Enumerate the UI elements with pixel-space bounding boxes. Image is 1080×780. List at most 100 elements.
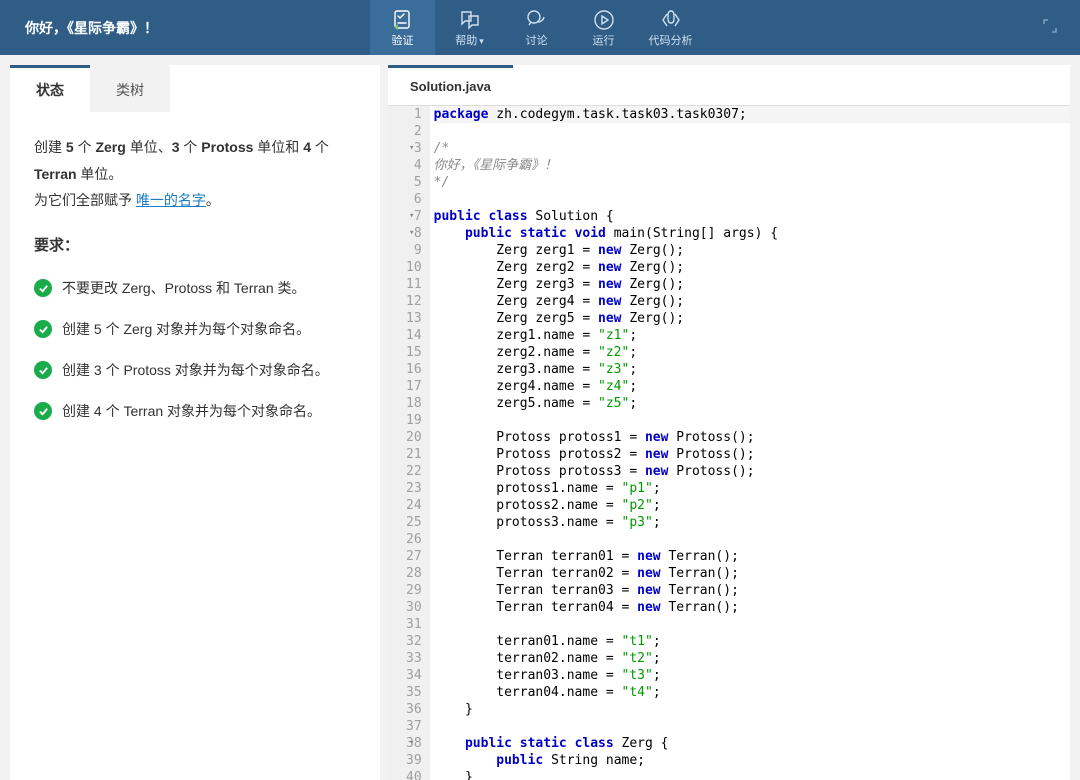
b: 4 [303,139,311,155]
code-line[interactable]: Zerg zerg4 = new Zerg(); [434,293,1070,310]
code-line[interactable]: Zerg zerg3 = new Zerg(); [434,276,1070,293]
tool-代码分析[interactable]: 代码分析 [638,0,703,55]
file-tab-solution[interactable]: Solution.java [388,65,513,105]
code-line[interactable]: zerg1.name = "z1"; [434,327,1070,344]
b: 3 [172,139,180,155]
code-line[interactable]: Protoss protoss1 = new Protoss(); [434,429,1070,446]
line-number: 32 [406,633,422,650]
requirement-item: 创建 4 个 Terran 对象并为每个对象命名。 [34,391,356,432]
code-editor[interactable]: 1234567891011121314151617181920212223242… [388,105,1070,780]
code-line[interactable]: Zerg zerg1 = new Zerg(); [434,242,1070,259]
code-line[interactable] [434,191,1070,208]
code-line[interactable]: public String name; [434,752,1070,769]
code-line[interactable] [434,531,1070,548]
line-number: 19 [406,412,422,429]
toolbar: 验证 帮助▾ 讨论 运行 代码分析 [370,0,703,55]
t: 个 [311,139,329,155]
code-line[interactable]: terran01.name = "t1"; [434,633,1070,650]
header: 你好，《星际争霸》！ 验证帮助▾讨论运行代码分析 [0,0,1080,55]
task-panel: 创建 5 个 Zerg 单位、3 个 Protoss 单位和 4 个 Terra… [10,112,380,454]
line-number: 34 [406,667,422,684]
b: Protoss [201,139,253,155]
code-line[interactable]: } [434,769,1070,780]
tool-运行[interactable]: 运行 [571,0,636,55]
line-gutter: 1234567891011121314151617181920212223242… [388,106,430,780]
code-line[interactable]: zerg5.name = "z5"; [434,395,1070,412]
requirement-text: 创建 3 个 Protoss 对象并为每个对象命名。 [62,360,329,381]
line-number: 3 [406,140,422,157]
line-number: 11 [406,276,422,293]
code-line[interactable] [434,718,1070,735]
code-line[interactable]: Terran terran03 = new Terran(); [434,582,1070,599]
code-line[interactable]: Zerg zerg2 = new Zerg(); [434,259,1070,276]
line-number: 15 [406,344,422,361]
main: 状态类树 创建 5 个 Zerg 单位、3 个 Protoss 单位和 4 个 … [0,55,1080,780]
code-line[interactable]: Terran terran01 = new Terran(); [434,548,1070,565]
运行-icon [592,8,616,32]
requirement-text: 创建 4 个 Terran 对象并为每个对象命名。 [62,401,321,422]
line-number: 35 [406,684,422,701]
tool-讨论[interactable]: 讨论 [504,0,569,55]
line-number: 10 [406,259,422,276]
code-line[interactable]: zerg4.name = "z4"; [434,378,1070,395]
line-number: 17 [406,378,422,395]
帮助-icon [458,8,482,32]
讨论-icon [525,8,549,32]
code-line[interactable]: protoss2.name = "p2"; [434,497,1070,514]
code-line[interactable]: Terran terran04 = new Terran(); [434,599,1070,616]
expand-icon[interactable] [1042,18,1080,37]
code-line[interactable]: zerg3.name = "z3"; [434,361,1070,378]
code-line[interactable]: */ [434,174,1070,191]
t: 个 [74,139,96,155]
code-line[interactable]: 你好，《星际争霸》！ [434,157,1070,174]
requirements-list: 不要更改 Zerg、Protoss 和 Terran 类。创建 5 个 Zerg… [34,268,356,432]
code-line[interactable]: protoss1.name = "p1"; [434,480,1070,497]
requirement-item: 创建 3 个 Protoss 对象并为每个对象命名。 [34,350,356,391]
code-line[interactable]: public static void main(String[] args) { [434,225,1070,242]
code-line[interactable]: protoss3.name = "p3"; [434,514,1070,531]
code-line[interactable] [434,412,1070,429]
code-line[interactable]: terran03.name = "t3"; [434,667,1070,684]
code-line[interactable]: public class Solution { [434,208,1070,225]
code-line[interactable]: zerg2.name = "z2"; [434,344,1070,361]
line-number: 22 [406,463,422,480]
line-number: 13 [406,310,422,327]
tool-label: 验证 [392,32,414,48]
unique-name-link[interactable]: 唯一的名字 [136,192,206,208]
tool-帮助[interactable]: 帮助▾ [437,0,502,55]
line-number: 40 [406,769,422,780]
tab-状态[interactable]: 状态 [10,65,90,112]
tool-label: 帮助▾ [455,32,484,48]
code-line[interactable] [434,123,1070,140]
line-number: 6 [406,191,422,208]
code-area[interactable]: package zh.codegym.task.task03.task0307;… [430,106,1070,780]
line-number: 31 [406,616,422,633]
t: 创建 [34,139,66,155]
requirements-heading: 要求： [34,232,356,261]
line-number: 28 [406,565,422,582]
code-line[interactable]: /* [434,140,1070,157]
check-icon [34,361,52,379]
file-tabs: Solution.java [388,65,1070,105]
line-number: 39 [406,752,422,769]
line-number: 18 [406,395,422,412]
t: 单位、 [126,139,172,155]
line-number: 20 [406,429,422,446]
code-line[interactable]: terran04.name = "t4"; [434,684,1070,701]
code-line[interactable]: Protoss protoss2 = new Protoss(); [434,446,1070,463]
code-line[interactable]: terran02.name = "t2"; [434,650,1070,667]
tab-类树[interactable]: 类树 [90,65,170,112]
code-line[interactable]: Protoss protoss3 = new Protoss(); [434,463,1070,480]
code-line[interactable]: public static class Zerg { [434,735,1070,752]
tool-label: 运行 [593,32,615,48]
code-line[interactable]: } [434,701,1070,718]
code-line[interactable] [434,616,1070,633]
验证-icon [391,8,415,32]
code-line[interactable]: Terran terran02 = new Terran(); [434,565,1070,582]
tool-验证[interactable]: 验证 [370,0,435,55]
tool-label: 讨论 [526,32,548,48]
editor-panel: Solution.java 12345678910111213141516171… [388,65,1070,780]
t: 单位和 [253,139,303,155]
code-line[interactable]: Zerg zerg5 = new Zerg(); [434,310,1070,327]
code-line[interactable]: package zh.codegym.task.task03.task0307; [434,106,1070,123]
